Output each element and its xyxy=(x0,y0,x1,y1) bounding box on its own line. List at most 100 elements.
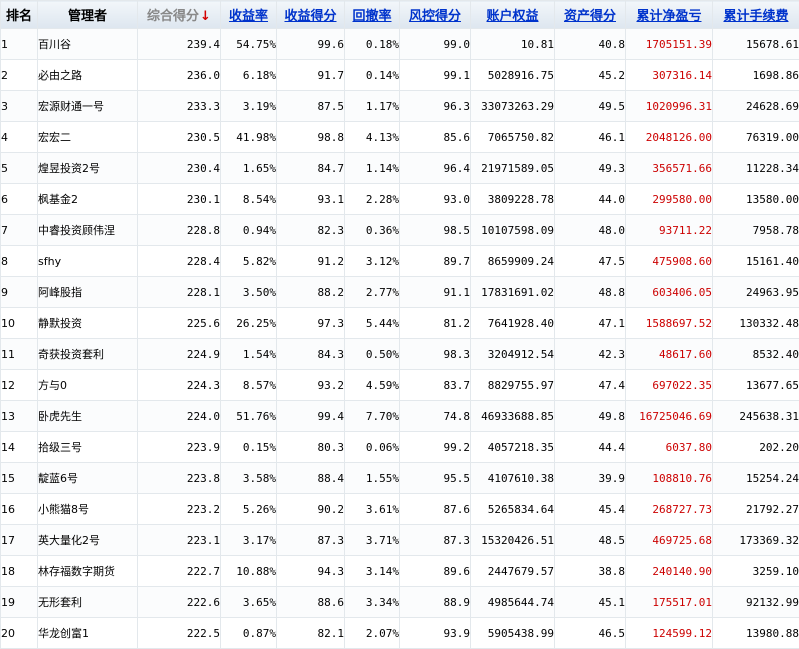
cell-risk-score: 98.3 xyxy=(400,339,471,370)
cell-total-score: 224.0 xyxy=(138,401,221,432)
cell-cum-fee: 11228.34 xyxy=(713,153,799,184)
cell-risk-score: 85.6 xyxy=(400,122,471,153)
cell-risk-score: 91.1 xyxy=(400,277,471,308)
cell-return-score: 91.2 xyxy=(277,246,345,277)
cell-risk-score: 99.0 xyxy=(400,29,471,60)
header-cum-fee[interactable]: 累计手续费 xyxy=(713,1,799,29)
cell-return-rate: 3.19% xyxy=(221,91,277,122)
cell-equity: 5028916.75 xyxy=(471,60,555,91)
cell-rank: 15 xyxy=(1,463,38,494)
cell-total-score: 228.4 xyxy=(138,246,221,277)
cell-cum-fee: 15678.61 xyxy=(713,29,799,60)
cell-return-rate: 8.57% xyxy=(221,370,277,401)
cell-cum-pnl: 16725046.69 xyxy=(626,401,713,432)
cell-cum-fee: 13580.00 xyxy=(713,184,799,215)
cell-return-rate: 41.98% xyxy=(221,122,277,153)
cell-risk-score: 96.3 xyxy=(400,91,471,122)
cell-manager: 枫基金2 xyxy=(38,184,138,215)
cell-manager: 拾级三号 xyxy=(38,432,138,463)
cell-cum-pnl: 356571.66 xyxy=(626,153,713,184)
cell-manager: sfhy xyxy=(38,246,138,277)
cell-cum-pnl: 93711.22 xyxy=(626,215,713,246)
cell-asset-score: 48.0 xyxy=(555,215,626,246)
cell-return-rate: 26.25% xyxy=(221,308,277,339)
header-drawdown[interactable]: 回撤率 xyxy=(345,1,400,29)
cell-return-score: 88.6 xyxy=(277,587,345,618)
cell-drawdown: 5.44% xyxy=(345,308,400,339)
cell-risk-score: 93.0 xyxy=(400,184,471,215)
header-equity[interactable]: 账户权益 xyxy=(471,1,555,29)
cell-drawdown: 0.18% xyxy=(345,29,400,60)
cell-cum-pnl: 469725.68 xyxy=(626,525,713,556)
cell-cum-pnl: 48617.60 xyxy=(626,339,713,370)
table-row: 5煌昱投资2号230.41.65%84.71.14%96.421971589.0… xyxy=(1,153,799,184)
header-return-rate[interactable]: 收益率 xyxy=(221,1,277,29)
header-return-score[interactable]: 收益得分 xyxy=(277,1,345,29)
cell-asset-score: 39.9 xyxy=(555,463,626,494)
cell-asset-score: 45.4 xyxy=(555,494,626,525)
cell-risk-score: 87.3 xyxy=(400,525,471,556)
cell-manager: 英大量化2号 xyxy=(38,525,138,556)
cell-return-rate: 3.58% xyxy=(221,463,277,494)
cell-equity: 5265834.64 xyxy=(471,494,555,525)
table-row: 19无形套利222.63.65%88.63.34%88.94985644.744… xyxy=(1,587,799,618)
cell-cum-pnl: 697022.35 xyxy=(626,370,713,401)
cell-rank: 9 xyxy=(1,277,38,308)
header-risk-score[interactable]: 风控得分 xyxy=(400,1,471,29)
cell-total-score: 233.3 xyxy=(138,91,221,122)
header-total-score[interactable]: 综合得分↓ xyxy=(138,1,221,29)
cell-equity: 15320426.51 xyxy=(471,525,555,556)
cell-manager: 煌昱投资2号 xyxy=(38,153,138,184)
cell-cum-pnl: 307316.14 xyxy=(626,60,713,91)
cell-return-score: 84.3 xyxy=(277,339,345,370)
cell-total-score: 225.6 xyxy=(138,308,221,339)
cell-cum-pnl: 1020996.31 xyxy=(626,91,713,122)
cell-return-score: 97.3 xyxy=(277,308,345,339)
cell-manager: 小熊猫8号 xyxy=(38,494,138,525)
cell-drawdown: 2.77% xyxy=(345,277,400,308)
cell-cum-fee: 24963.95 xyxy=(713,277,799,308)
cell-return-score: 82.3 xyxy=(277,215,345,246)
cell-risk-score: 81.2 xyxy=(400,308,471,339)
cell-cum-pnl: 1705151.39 xyxy=(626,29,713,60)
cell-return-score: 87.3 xyxy=(277,525,345,556)
cell-manager: 阿峰股指 xyxy=(38,277,138,308)
cell-return-score: 99.4 xyxy=(277,401,345,432)
cell-asset-score: 42.3 xyxy=(555,339,626,370)
table-row: 17英大量化2号223.13.17%87.33.71%87.315320426.… xyxy=(1,525,799,556)
table-row: 12方与0224.38.57%93.24.59%83.78829755.9747… xyxy=(1,370,799,401)
header-cum-pnl[interactable]: 累计净盈亏 xyxy=(626,1,713,29)
cell-cum-pnl: 240140.90 xyxy=(626,556,713,587)
cell-return-rate: 1.65% xyxy=(221,153,277,184)
cell-asset-score: 44.4 xyxy=(555,432,626,463)
cell-equity: 5905438.99 xyxy=(471,618,555,649)
cell-drawdown: 7.70% xyxy=(345,401,400,432)
cell-rank: 12 xyxy=(1,370,38,401)
cell-return-rate: 3.50% xyxy=(221,277,277,308)
cell-asset-score: 45.2 xyxy=(555,60,626,91)
cell-asset-score: 44.0 xyxy=(555,184,626,215)
cell-return-score: 93.1 xyxy=(277,184,345,215)
cell-manager: 宏源财通一号 xyxy=(38,91,138,122)
cell-cum-fee: 1698.86 xyxy=(713,60,799,91)
cell-return-score: 87.5 xyxy=(277,91,345,122)
cell-cum-fee: 24628.69 xyxy=(713,91,799,122)
cell-equity: 10107598.09 xyxy=(471,215,555,246)
cell-manager: 宏宏二 xyxy=(38,122,138,153)
cell-return-rate: 6.18% xyxy=(221,60,277,91)
cell-risk-score: 88.9 xyxy=(400,587,471,618)
cell-return-rate: 5.82% xyxy=(221,246,277,277)
cell-return-rate: 0.94% xyxy=(221,215,277,246)
header-asset-score[interactable]: 资产得分 xyxy=(555,1,626,29)
table-row: 6枫基金2230.18.54%93.12.28%93.03809228.7844… xyxy=(1,184,799,215)
cell-drawdown: 4.13% xyxy=(345,122,400,153)
cell-rank: 10 xyxy=(1,308,38,339)
table-row: 20华龙创富1222.50.87%82.12.07%93.95905438.99… xyxy=(1,618,799,649)
cell-risk-score: 99.2 xyxy=(400,432,471,463)
cell-drawdown: 0.06% xyxy=(345,432,400,463)
cell-cum-pnl: 299580.00 xyxy=(626,184,713,215)
cell-asset-score: 49.5 xyxy=(555,91,626,122)
cell-cum-fee: 13980.88 xyxy=(713,618,799,649)
cell-return-score: 91.7 xyxy=(277,60,345,91)
table-row: 9阿峰股指228.13.50%88.22.77%91.117831691.024… xyxy=(1,277,799,308)
